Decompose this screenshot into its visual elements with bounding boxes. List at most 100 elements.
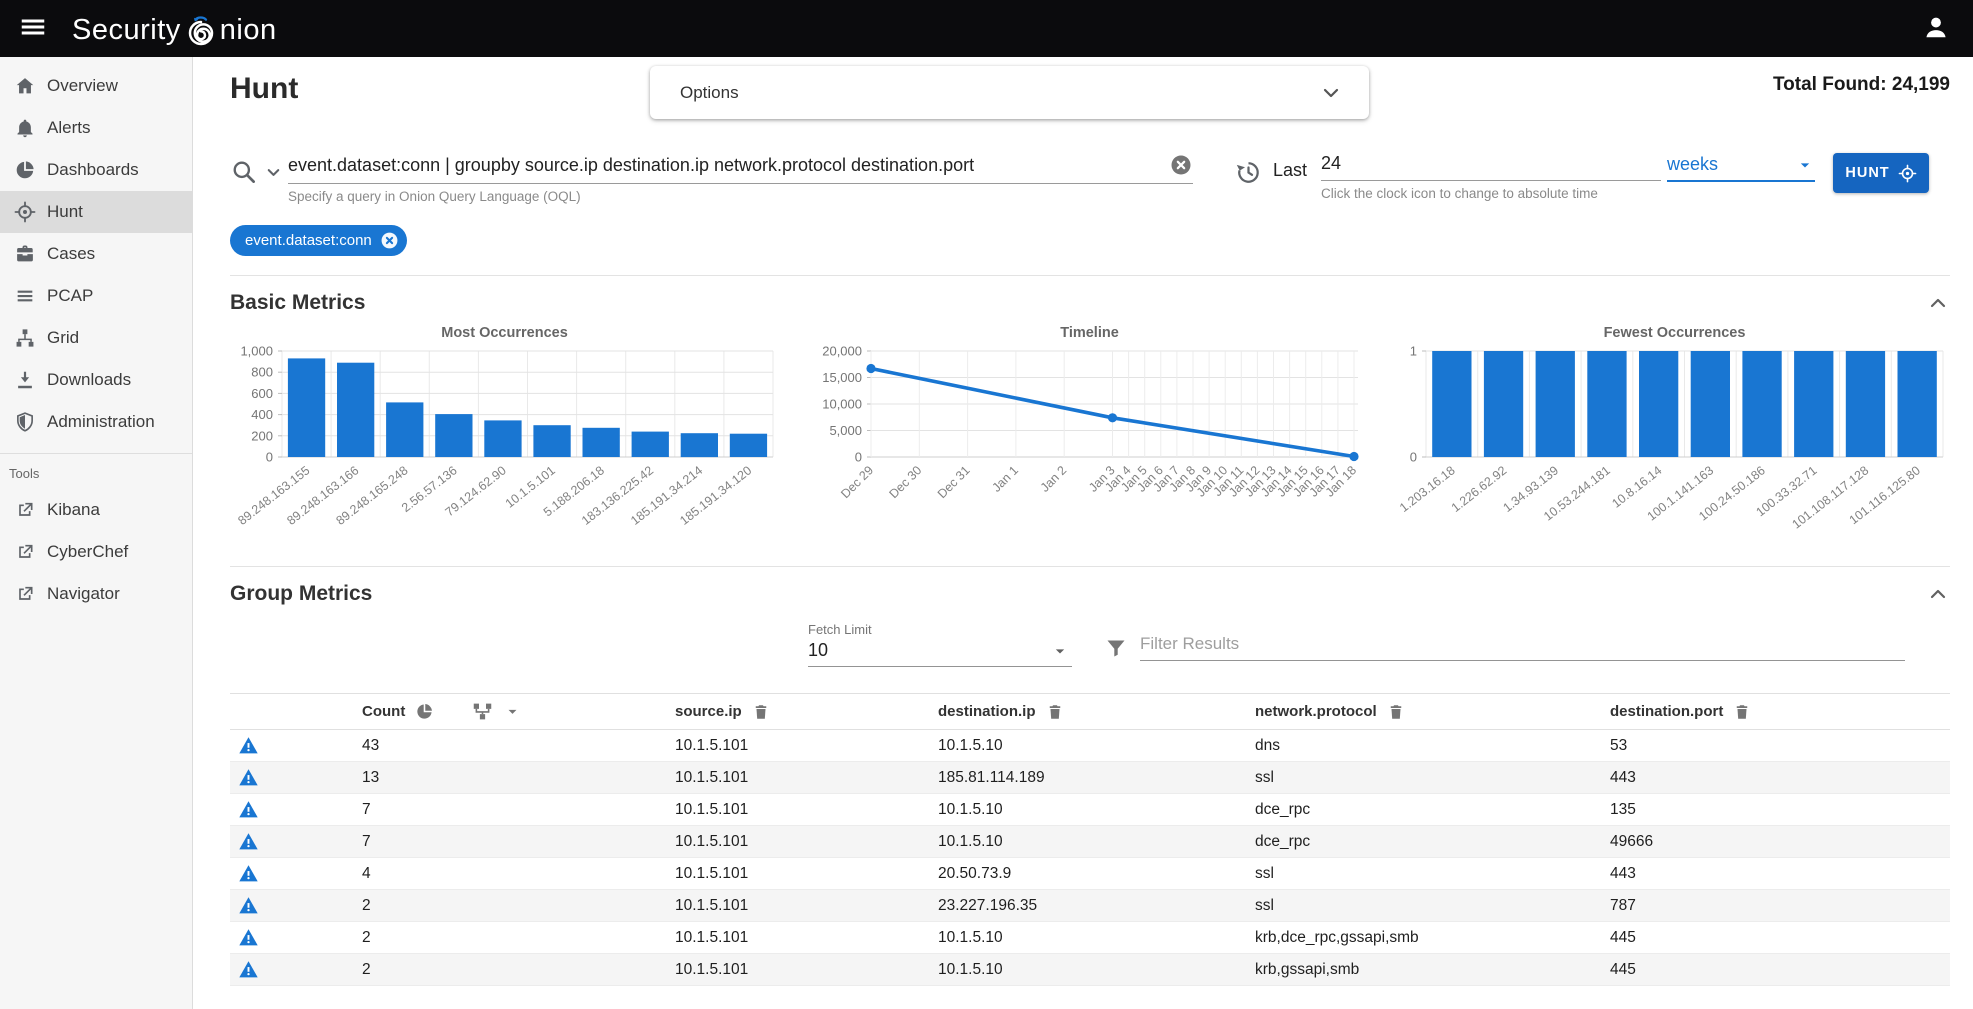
sidebar-tool-cyberchef[interactable]: CyberChef <box>0 531 192 573</box>
main-content: Hunt Options Total Found: 24,199 <box>193 57 1973 1009</box>
warning-icon[interactable] <box>238 767 259 788</box>
sidebar-item-alerts[interactable]: Alerts <box>0 107 192 149</box>
cell-destination-ip[interactable]: 20.50.73.9 <box>938 865 1255 883</box>
table-row[interactable]: 4310.1.5.10110.1.5.10dns53 <box>230 730 1950 762</box>
warning-icon[interactable] <box>238 735 259 756</box>
table-row[interactable]: 210.1.5.10110.1.5.10krb,dce_rpc,gssapi,s… <box>230 922 1950 954</box>
cell-network-protocol[interactable]: ssl <box>1255 897 1610 915</box>
column-header-destination_ip[interactable]: destination.ip <box>938 703 1255 721</box>
sidebar-item-cases[interactable]: Cases <box>0 233 192 275</box>
svg-text:1: 1 <box>1410 344 1417 359</box>
cell-destination-port[interactable]: 445 <box>1610 929 1950 947</box>
external-link-icon <box>12 584 38 604</box>
cell-source-ip[interactable]: 10.1.5.101 <box>675 801 938 819</box>
cell-source-ip[interactable]: 10.1.5.101 <box>675 929 938 947</box>
warning-icon[interactable] <box>238 959 259 980</box>
cell-destination-port[interactable]: 443 <box>1610 865 1950 883</box>
cell-network-protocol[interactable]: krb,dce_rpc,gssapi,smb <box>1255 929 1610 947</box>
sidebar-item-dashboards[interactable]: Dashboards <box>0 149 192 191</box>
query-hint: Specify a query in Onion Query Language … <box>288 189 1193 204</box>
cell-destination-ip[interactable]: 23.227.196.35 <box>938 897 1255 915</box>
cell-network-protocol[interactable]: dns <box>1255 737 1610 755</box>
cell-source-ip[interactable]: 10.1.5.101 <box>675 769 938 787</box>
clock-history-icon[interactable] <box>1235 159 1262 186</box>
warning-icon[interactable] <box>238 927 259 948</box>
warning-icon[interactable] <box>238 831 259 852</box>
cell-source-ip[interactable]: 10.1.5.101 <box>675 865 938 883</box>
warning-icon[interactable] <box>238 895 259 916</box>
trash-icon[interactable] <box>1046 703 1064 721</box>
cell-destination-ip[interactable]: 185.81.114.189 <box>938 769 1255 787</box>
query-history-chevron-icon[interactable] <box>264 163 283 182</box>
cell-destination-port[interactable]: 787 <box>1610 897 1950 915</box>
cell-source-ip[interactable]: 10.1.5.101 <box>675 737 938 755</box>
trash-icon[interactable] <box>1387 703 1405 721</box>
cell-network-protocol[interactable]: dce_rpc <box>1255 833 1610 851</box>
cell-count[interactable]: 2 <box>300 897 675 915</box>
trash-icon[interactable] <box>1733 703 1751 721</box>
cell-network-protocol[interactable]: dce_rpc <box>1255 801 1610 819</box>
table-row[interactable]: 710.1.5.10110.1.5.10dce_rpc135 <box>230 794 1950 826</box>
cell-destination-ip[interactable]: 10.1.5.10 <box>938 961 1255 979</box>
column-header-destination_port[interactable]: destination.port <box>1610 703 1950 721</box>
chip-close-icon[interactable] <box>380 231 399 250</box>
cell-count[interactable]: 4 <box>300 865 675 883</box>
cell-count[interactable]: 43 <box>300 737 675 755</box>
cell-network-protocol[interactable]: ssl <box>1255 769 1610 787</box>
time-units-select[interactable]: weeks <box>1667 154 1815 182</box>
menu-hamburger-icon[interactable] <box>16 12 50 46</box>
cell-count[interactable]: 2 <box>300 929 675 947</box>
hunt-button-label: HUNT <box>1845 165 1889 181</box>
cell-count[interactable]: 7 <box>300 833 675 851</box>
table-row[interactable]: 210.1.5.10123.227.196.35ssl787 <box>230 890 1950 922</box>
column-header-network_protocol[interactable]: network.protocol <box>1255 703 1610 721</box>
external-link-icon <box>12 542 38 562</box>
cell-destination-ip[interactable]: 10.1.5.10 <box>938 929 1255 947</box>
query-clear-icon[interactable] <box>1169 153 1193 177</box>
group-metrics-section: Group Metrics Fetch Limit 10 <box>230 566 1950 986</box>
cell-source-ip[interactable]: 10.1.5.101 <box>675 897 938 915</box>
sidebar-tool-kibana[interactable]: Kibana <box>0 489 192 531</box>
column-header-count[interactable]: Count <box>300 701 675 722</box>
trash-icon[interactable] <box>752 703 770 721</box>
sidebar-item-downloads[interactable]: Downloads <box>0 359 192 401</box>
cell-count[interactable]: 7 <box>300 801 675 819</box>
filter-results-input[interactable] <box>1140 634 1905 661</box>
collapse-chevron-up-icon[interactable] <box>1926 582 1950 606</box>
collapse-chevron-up-icon[interactable] <box>1926 291 1950 315</box>
sidebar-item-administration[interactable]: Administration <box>0 401 192 443</box>
table-row[interactable]: 1310.1.5.101185.81.114.189ssl443 <box>230 762 1950 794</box>
cell-destination-port[interactable]: 53 <box>1610 737 1950 755</box>
table-row[interactable]: 210.1.5.10110.1.5.10krb,gssapi,smb445 <box>230 954 1950 986</box>
table-row[interactable]: 410.1.5.10120.50.73.9ssl443 <box>230 858 1950 890</box>
options-expander[interactable]: Options <box>650 66 1369 119</box>
time-duration-input[interactable] <box>1321 153 1661 174</box>
sidebar-item-pcap[interactable]: PCAP <box>0 275 192 317</box>
cell-source-ip[interactable]: 10.1.5.101 <box>675 961 938 979</box>
warning-icon[interactable] <box>238 799 259 820</box>
table-row[interactable]: 710.1.5.10110.1.5.10dce_rpc49666 <box>230 826 1950 858</box>
cell-destination-port[interactable]: 443 <box>1610 769 1950 787</box>
cell-count[interactable]: 2 <box>300 961 675 979</box>
cell-destination-port[interactable]: 49666 <box>1610 833 1950 851</box>
column-header-source_ip[interactable]: source.ip <box>675 703 938 721</box>
cell-destination-ip[interactable]: 10.1.5.10 <box>938 737 1255 755</box>
warning-icon[interactable] <box>238 863 259 884</box>
cell-destination-port[interactable]: 445 <box>1610 961 1950 979</box>
sidebar-tool-navigator[interactable]: Navigator <box>0 573 192 615</box>
sidebar-item-grid[interactable]: Grid <box>0 317 192 359</box>
sidebar-item-hunt[interactable]: Hunt <box>0 191 192 233</box>
cell-network-protocol[interactable]: krb,gssapi,smb <box>1255 961 1610 979</box>
filter-chip[interactable]: event.dataset:conn <box>230 225 407 256</box>
hunt-button[interactable]: HUNT <box>1833 153 1929 193</box>
cell-destination-ip[interactable]: 10.1.5.10 <box>938 833 1255 851</box>
fetch-limit-select[interactable]: 10 <box>808 637 1072 667</box>
query-input[interactable] <box>288 155 1169 176</box>
cell-destination-port[interactable]: 135 <box>1610 801 1950 819</box>
cell-destination-ip[interactable]: 10.1.5.10 <box>938 801 1255 819</box>
user-icon[interactable] <box>1919 12 1953 46</box>
cell-source-ip[interactable]: 10.1.5.101 <box>675 833 938 851</box>
sidebar-item-overview[interactable]: Overview <box>0 65 192 107</box>
cell-network-protocol[interactable]: ssl <box>1255 865 1610 883</box>
cell-count[interactable]: 13 <box>300 769 675 787</box>
